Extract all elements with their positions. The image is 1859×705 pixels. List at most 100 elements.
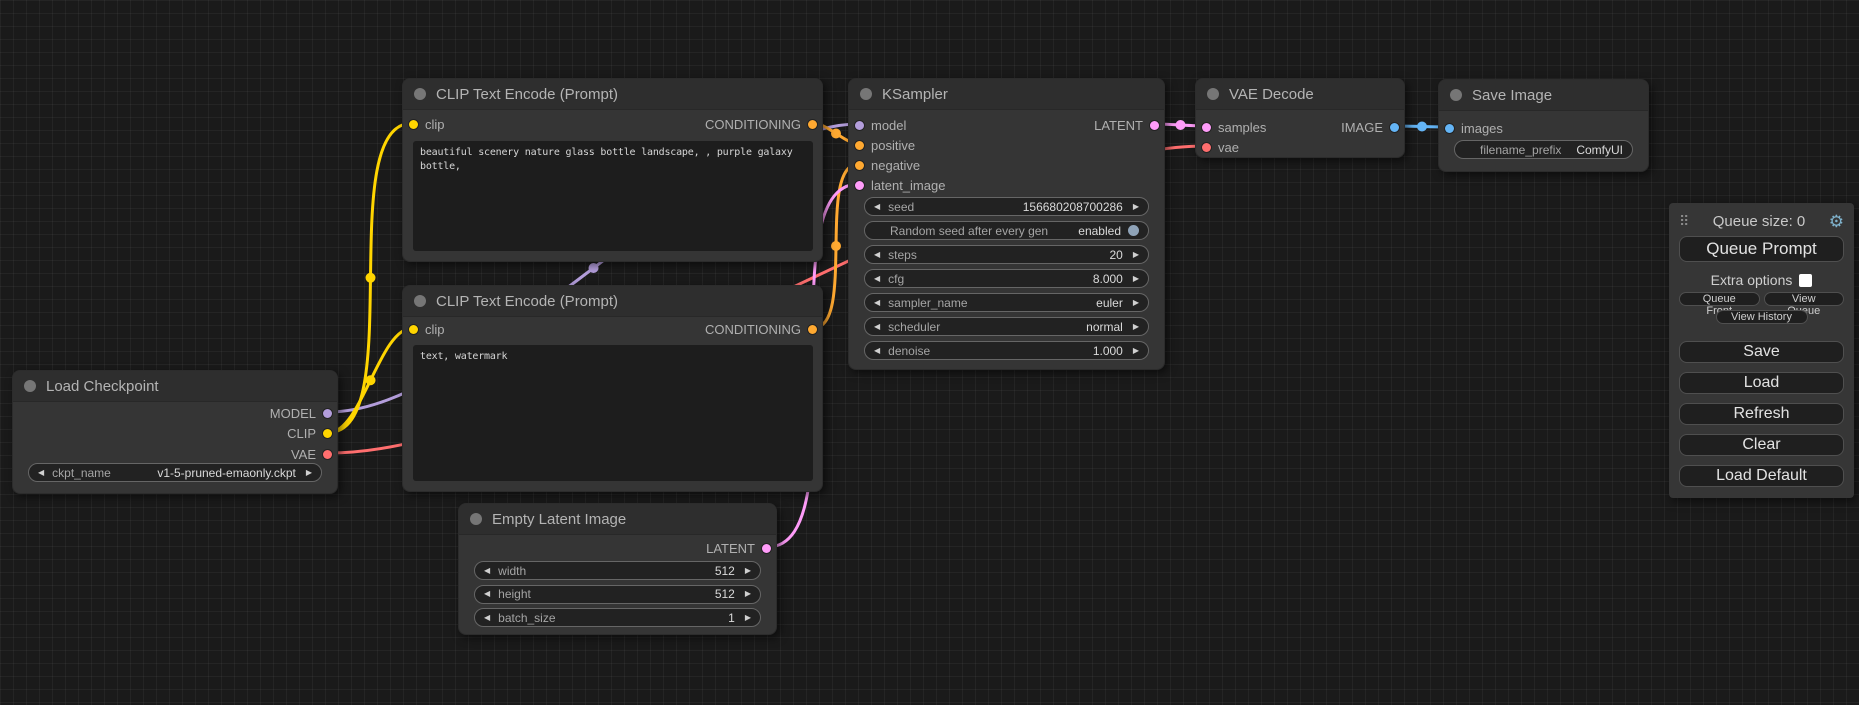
widget-left-arrow-icon[interactable]: ◀ — [874, 323, 880, 331]
collapse-dot[interactable] — [1207, 88, 1219, 100]
collapse-dot[interactable] — [24, 380, 36, 392]
toggle-on-icon[interactable] — [1128, 225, 1139, 236]
node-title: CLIP Text Encode (Prompt) — [436, 293, 618, 310]
drag-handle-icon[interactable]: ⠿ — [1679, 214, 1689, 228]
widget-right-arrow-icon[interactable]: ▶ — [1133, 203, 1139, 211]
widget-right-arrow-icon[interactable]: ▶ — [1133, 299, 1139, 307]
output-slot-latent: LATENT — [1094, 115, 1159, 135]
view-history-button[interactable]: View History — [1716, 310, 1808, 324]
widget-right-arrow-icon[interactable]: ▶ — [1133, 251, 1139, 259]
output-slot-dot[interactable] — [323, 450, 332, 459]
widget-right-arrow-icon[interactable]: ▶ — [1133, 347, 1139, 355]
input-slot-dot[interactable] — [1202, 123, 1211, 132]
input-slot-dot[interactable] — [855, 121, 864, 130]
widget-left-arrow-icon[interactable]: ◀ — [484, 590, 490, 598]
input-slot-dot[interactable] — [1202, 143, 1211, 152]
output-slot-label: MODEL — [270, 406, 316, 421]
clear-button[interactable]: Clear — [1679, 434, 1844, 456]
refresh-button[interactable]: Refresh — [1679, 403, 1844, 425]
output-slot-dot[interactable] — [808, 120, 817, 129]
node-title: VAE Decode — [1229, 86, 1314, 103]
widget-right-arrow-icon[interactable]: ▶ — [1133, 323, 1139, 331]
extra-options-checkbox[interactable] — [1799, 274, 1812, 287]
node-vae-decode[interactable]: VAE DecodesamplesvaeIMAGE — [1195, 78, 1405, 158]
queue-front-button[interactable]: Queue Front — [1679, 292, 1760, 306]
widget-left-arrow-icon[interactable]: ◀ — [874, 347, 880, 355]
widget-value: euler — [1096, 296, 1123, 310]
input-slot-dot[interactable] — [1445, 124, 1454, 133]
input-slot-label: clip — [425, 322, 445, 337]
output-slot-dot[interactable] — [1390, 123, 1399, 132]
input-slot-dot[interactable] — [855, 141, 864, 150]
widget-right-arrow-icon[interactable]: ▶ — [745, 614, 751, 622]
widget-scheduler[interactable]: ◀schedulernormal▶ — [864, 317, 1149, 336]
widget-cfg[interactable]: ◀cfg8.000▶ — [864, 269, 1149, 288]
node-clip-text-encode-2[interactable]: CLIP Text Encode (Prompt)clipCONDITIONIN… — [402, 285, 823, 492]
collapse-dot[interactable] — [470, 513, 482, 525]
output-slot-dot[interactable] — [323, 409, 332, 418]
widget-left-arrow-icon[interactable]: ◀ — [38, 469, 44, 477]
widget-steps[interactable]: ◀steps20▶ — [864, 245, 1149, 264]
extra-options-row: Extra options — [1679, 272, 1844, 288]
widget-value: ComfyUI — [1576, 143, 1623, 157]
node-empty-latent-image[interactable]: Empty Latent ImageLATENT◀width512▶◀heigh… — [458, 503, 777, 635]
output-slot-dot[interactable] — [1150, 121, 1159, 130]
node-load-checkpoint[interactable]: Load CheckpointMODELCLIPVAE◀ckpt_namev1-… — [12, 370, 338, 494]
input-slot-dot[interactable] — [409, 120, 418, 129]
node-clip-text-encode-1[interactable]: CLIP Text Encode (Prompt)clipCONDITIONIN… — [402, 78, 823, 262]
input-slot-dot[interactable] — [855, 161, 864, 170]
widget-height[interactable]: ◀height512▶ — [474, 585, 761, 604]
widget-label: batch_size — [498, 611, 555, 625]
load-default-button[interactable]: Load Default — [1679, 465, 1844, 487]
input-slot-label: negative — [871, 158, 920, 173]
view-queue-button[interactable]: View Queue — [1764, 292, 1845, 306]
save-button[interactable]: Save — [1679, 341, 1844, 363]
widget-label: ckpt_name — [52, 466, 111, 480]
node-ksampler[interactable]: KSamplermodelpositivenegativelatent_imag… — [848, 78, 1165, 370]
widget-width[interactable]: ◀width512▶ — [474, 561, 761, 580]
widget-left-arrow-icon[interactable]: ◀ — [484, 567, 490, 575]
widget-right-arrow-icon[interactable]: ▶ — [306, 469, 312, 477]
widget-right-arrow-icon[interactable]: ▶ — [745, 590, 751, 598]
prompt-textarea[interactable]: text, watermark — [413, 345, 813, 481]
settings-gear-icon[interactable]: ⚙ — [1829, 213, 1844, 230]
node-title-bar: Load Checkpoint — [13, 371, 337, 402]
widget-left-arrow-icon[interactable]: ◀ — [874, 275, 880, 283]
widget-right-arrow-icon[interactable]: ▶ — [1133, 275, 1139, 283]
node-save-image[interactable]: Save Imageimagesfilename_prefixComfyUI — [1438, 79, 1649, 172]
widget-Random seed after every gen[interactable]: Random seed after every genenabled — [864, 221, 1149, 240]
input-slot-latent_image: latent_image — [855, 175, 945, 195]
output-slot-dot[interactable] — [762, 544, 771, 553]
output-slot-label: LATENT — [1094, 118, 1143, 133]
output-slot-dot[interactable] — [808, 325, 817, 334]
collapse-dot[interactable] — [414, 88, 426, 100]
output-slot-dot[interactable] — [323, 429, 332, 438]
graph-canvas[interactable]: Load CheckpointMODELCLIPVAE◀ckpt_namev1-… — [0, 0, 1859, 705]
link-midpoint-dot — [589, 263, 599, 273]
widget-filename_prefix[interactable]: filename_prefixComfyUI — [1454, 140, 1633, 159]
widget-value: 1.000 — [1093, 344, 1123, 358]
queue-prompt-button[interactable]: Queue Prompt — [1679, 236, 1844, 262]
load-button[interactable]: Load — [1679, 372, 1844, 394]
widget-seed[interactable]: ◀seed156680208700286▶ — [864, 197, 1149, 216]
widget-denoise[interactable]: ◀ denoise 1.000 ▶ — [864, 341, 1149, 360]
prompt-textarea[interactable]: beautiful scenery nature glass bottle la… — [413, 141, 813, 251]
collapse-dot[interactable] — [860, 88, 872, 100]
widget-left-arrow-icon[interactable]: ◀ — [874, 299, 880, 307]
widget-left-arrow-icon[interactable]: ◀ — [484, 614, 490, 622]
output-slot-model: MODEL — [270, 403, 332, 423]
input-slot-samples: samples — [1202, 117, 1266, 137]
widget-left-arrow-icon[interactable]: ◀ — [874, 251, 880, 259]
widget-right-arrow-icon[interactable]: ▶ — [745, 567, 751, 575]
collapse-dot[interactable] — [414, 295, 426, 307]
widget-batch_size[interactable]: ◀batch_size1▶ — [474, 608, 761, 627]
widget-left-arrow-icon[interactable]: ◀ — [874, 203, 880, 211]
widget-label: denoise — [888, 344, 930, 358]
collapse-dot[interactable] — [1450, 89, 1462, 101]
input-slot-dot[interactable] — [409, 325, 418, 334]
widget-ckpt_name[interactable]: ◀ckpt_namev1-5-pruned-emaonly.ckpt▶ — [28, 463, 322, 482]
node-title-bar: CLIP Text Encode (Prompt) — [403, 286, 822, 317]
input-slot-dot[interactable] — [855, 181, 864, 190]
widget-sampler_name[interactable]: ◀sampler_nameeuler▶ — [864, 293, 1149, 312]
node-title-bar: CLIP Text Encode (Prompt) — [403, 79, 822, 110]
